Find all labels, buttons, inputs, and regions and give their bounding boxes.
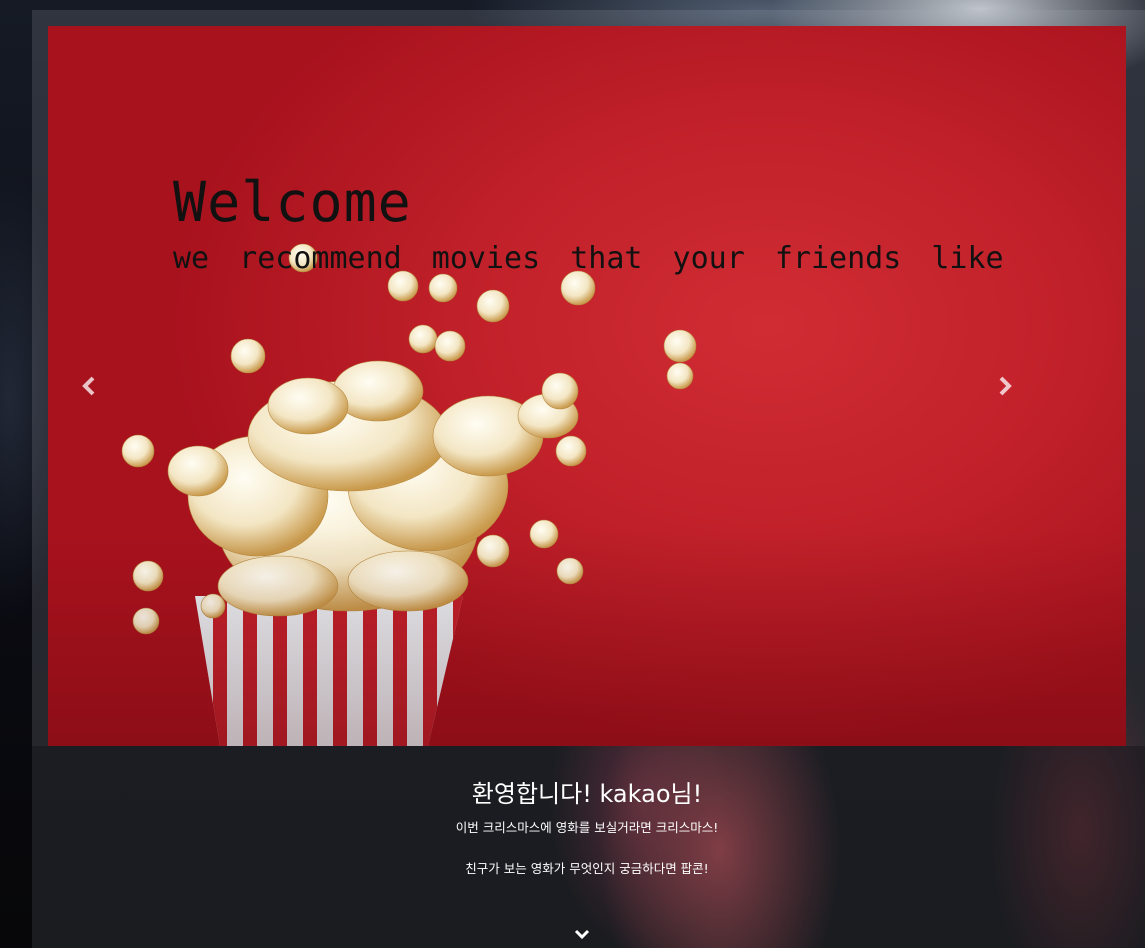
chevron-left-icon (82, 376, 95, 396)
hero-title: Welcome (173, 170, 412, 234)
hero-carousel: Welcome we recommend movies that your fr… (48, 26, 1126, 746)
welcome-line-2: 친구가 보는 영화가 무엇인지 궁금하다면 팝콘! (465, 861, 709, 876)
welcome-section: 환영합니다! kakao님! 이번 크리스마스에 영화를 보실거라면 크리스마스… (32, 770, 1142, 877)
carousel-next-button[interactable] (989, 370, 1021, 402)
welcome-line-1: 이번 크리스마스에 영화를 보실거라면 크리스마스! (455, 820, 719, 835)
page: Welcome we recommend movies that your fr… (0, 0, 1145, 948)
hero-subtitle: we recommend movies that your friends li… (173, 241, 1004, 276)
scroll-down-button[interactable] (570, 922, 594, 946)
chevron-down-icon (574, 929, 590, 940)
chevron-right-icon (999, 376, 1012, 396)
carousel-prev-button[interactable] (73, 370, 105, 402)
carousel-shade (48, 26, 1126, 746)
welcome-heading: 환영합니다! kakao님! (471, 780, 703, 808)
